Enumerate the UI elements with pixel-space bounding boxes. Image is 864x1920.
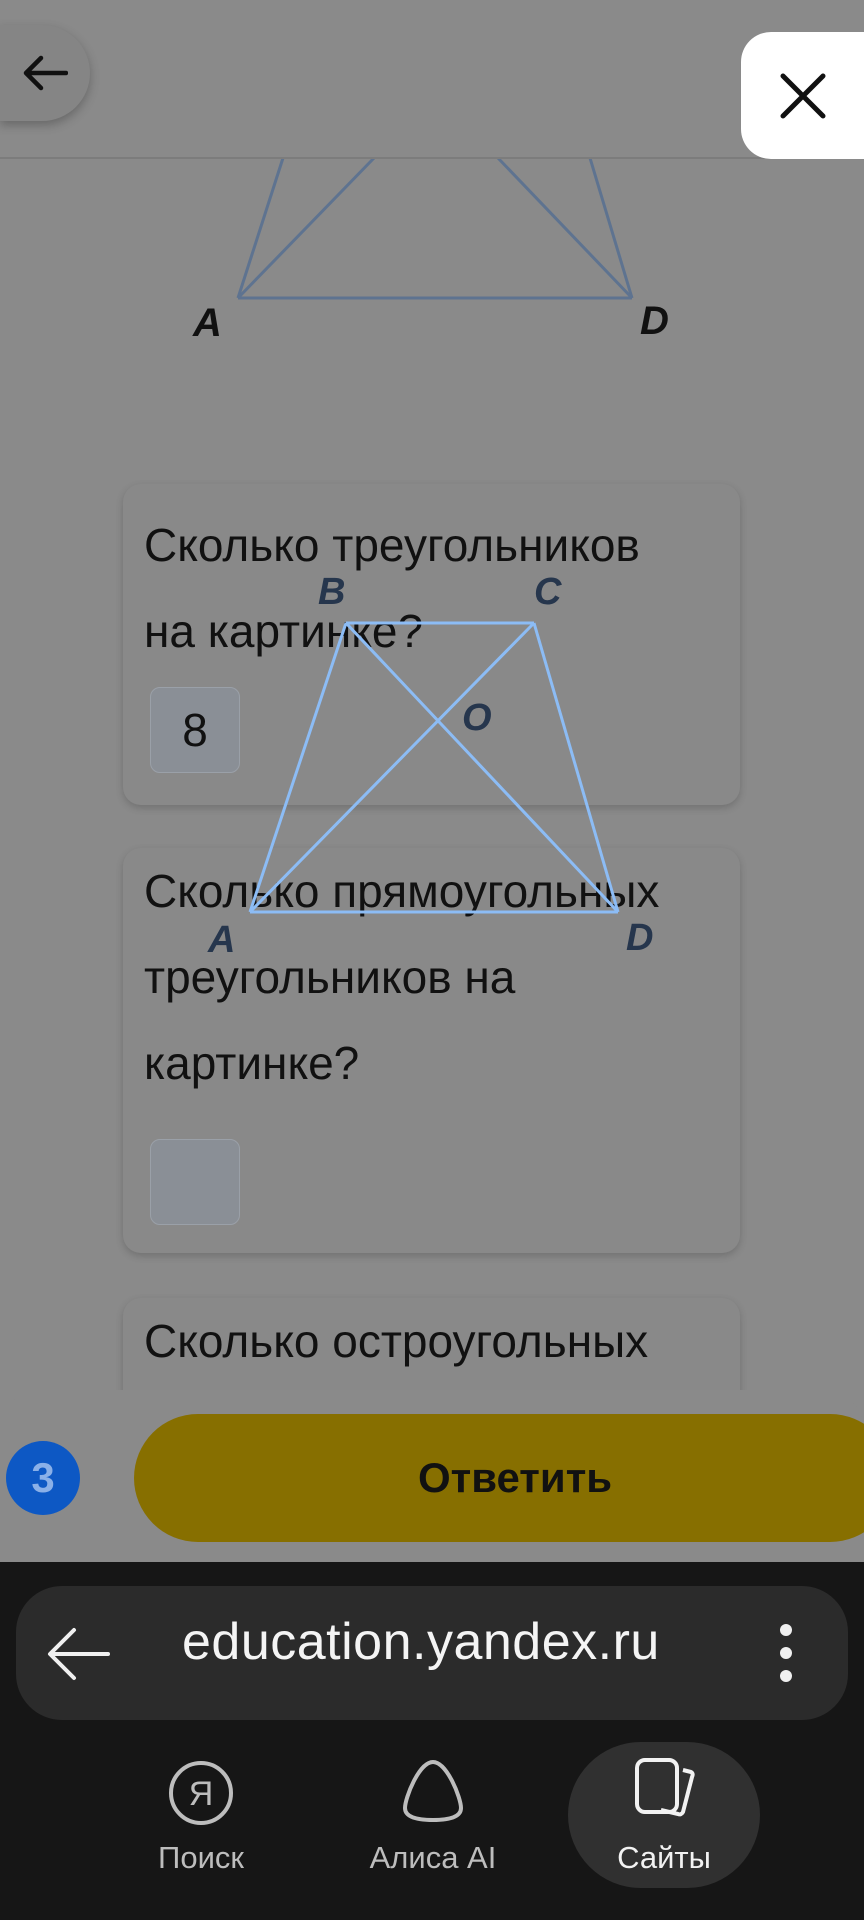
yandex-search-icon: Я (169, 1761, 233, 1825)
svg-text:Я: Я (189, 1775, 214, 1813)
sites-icon (635, 1758, 695, 1817)
question-line: на картинке? (144, 605, 424, 657)
url-text[interactable]: education.yandex.ru (182, 1612, 660, 1672)
task-page: A D Сколько треугольников на картинке? 8… (0, 0, 864, 1562)
header-bar (0, 0, 864, 159)
question-text-1: Сколько треугольников на картинке? (144, 502, 734, 674)
close-button[interactable] (741, 32, 864, 159)
browser-back-icon[interactable] (46, 1624, 112, 1684)
question-line: Сколько треугольников (144, 519, 640, 571)
question-line: Сколько прямоугольных (144, 865, 660, 917)
vertex-label-d: D (640, 299, 669, 343)
browser-bottom-bar: education.yandex.ru Я Поиск Алиса AI Сай… (0, 1562, 864, 1920)
browser-nav: Я Поиск Алиса AI Сайты (0, 1742, 864, 1920)
nav-item-alice[interactable]: Алиса AI (338, 1742, 528, 1920)
nav-label-alice: Алиса AI (369, 1840, 497, 1875)
submit-answer-button[interactable]: Ответить (134, 1414, 864, 1542)
answer-panel: 3 Ответить (0, 1390, 864, 1562)
question-text-3: Сколько остроугольных (144, 1298, 734, 1384)
question-line: треугольников на (144, 951, 516, 1003)
nav-item-search[interactable]: Я Поиск (106, 1742, 296, 1920)
nav-item-sites[interactable]: Сайты (569, 1742, 759, 1920)
question-card-2: Сколько прямоугольных треугольников на к… (123, 848, 740, 1253)
diag-a (236, 156, 376, 300)
close-icon (780, 73, 825, 118)
question-line: картинке? (144, 1037, 360, 1089)
answer-input-2[interactable] (150, 1139, 240, 1225)
question-text-2: Сколько прямоугольных треугольников на к… (144, 848, 734, 1106)
alice-icon (402, 1759, 464, 1823)
address-bar[interactable]: education.yandex.ru (16, 1586, 848, 1720)
nav-label-sites: Сайты (617, 1840, 711, 1875)
question-card-1: Сколько треугольников на картинке? 8 (123, 484, 740, 805)
vertex-label-a: A (192, 301, 222, 345)
question-line: Сколько остроугольных (144, 1315, 649, 1367)
answer-input-1[interactable]: 8 (150, 687, 240, 773)
question-counter-badge: 3 (6, 1441, 80, 1515)
arrow-left-icon (23, 55, 68, 91)
more-vert-icon[interactable] (776, 1622, 796, 1684)
nav-label-search: Поиск (158, 1840, 244, 1875)
edge-ab (236, 157, 285, 299)
